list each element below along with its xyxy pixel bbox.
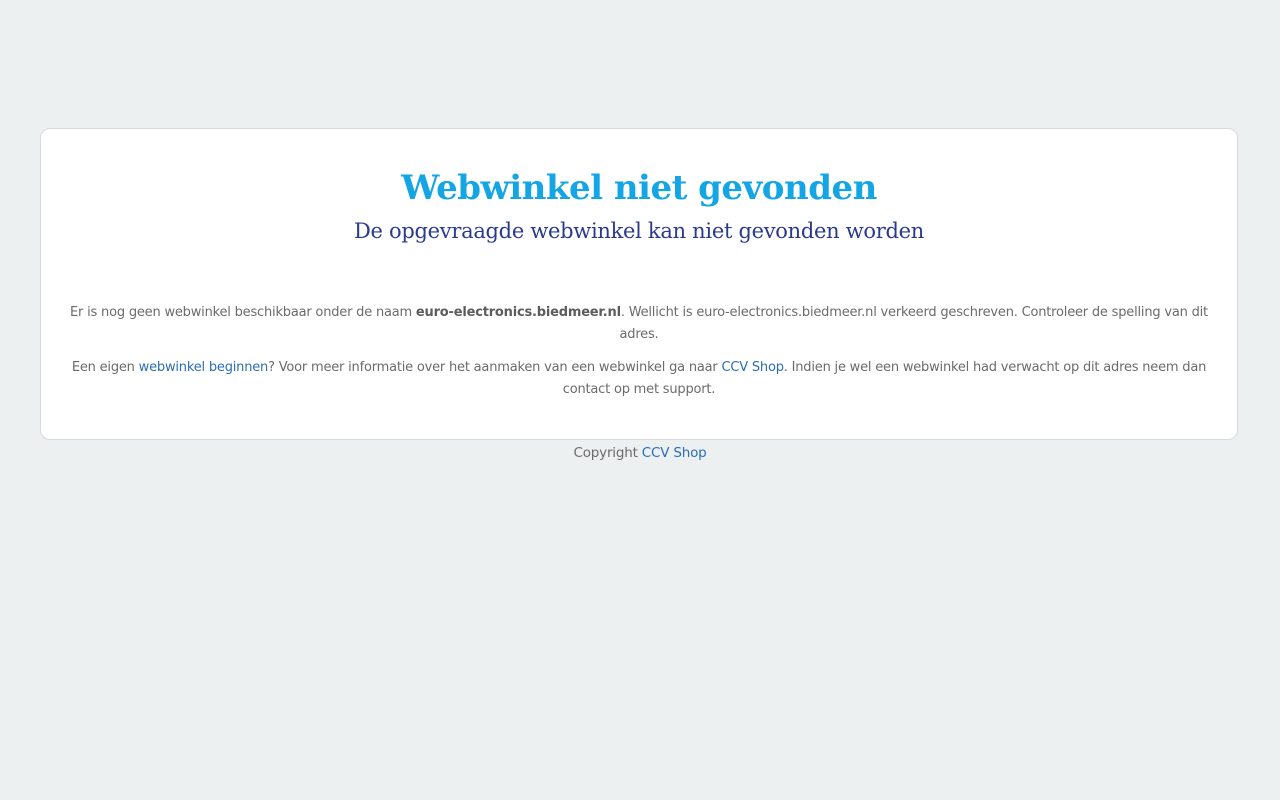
info-text-2: ? Voor meer informatie over het aanmaken… [268, 360, 722, 375]
error-card: Webwinkel niet gevonden De opgevraagde w… [40, 128, 1238, 440]
info-text-1: Een eigen [71, 360, 139, 375]
message-text-1: Er is nog geen webwinkel beschikbaar ond… [70, 305, 416, 320]
not-found-message: Er is nog geen webwinkel beschikbaar ond… [65, 302, 1213, 346]
page-title: Webwinkel niet gevonden [401, 168, 877, 208]
page-subtitle: De opgevraagde webwinkel kan niet gevond… [354, 219, 924, 243]
start-webshop-link[interactable]: webwinkel beginnen [139, 360, 269, 375]
footer-ccv-shop-link[interactable]: CCV Shop [642, 445, 707, 461]
message-text-2: . Wellicht is euro-electronics.biedmeer.… [619, 305, 1209, 342]
footer: Copyright CCV Shop [0, 442, 1280, 464]
copyright-label: Copyright [573, 445, 642, 461]
info-message: Een eigen webwinkel beginnen? Voor meer … [65, 357, 1213, 401]
shop-domain: euro-electronics.biedmeer.nl [415, 305, 621, 320]
ccv-shop-link[interactable]: CCV Shop [721, 360, 783, 375]
